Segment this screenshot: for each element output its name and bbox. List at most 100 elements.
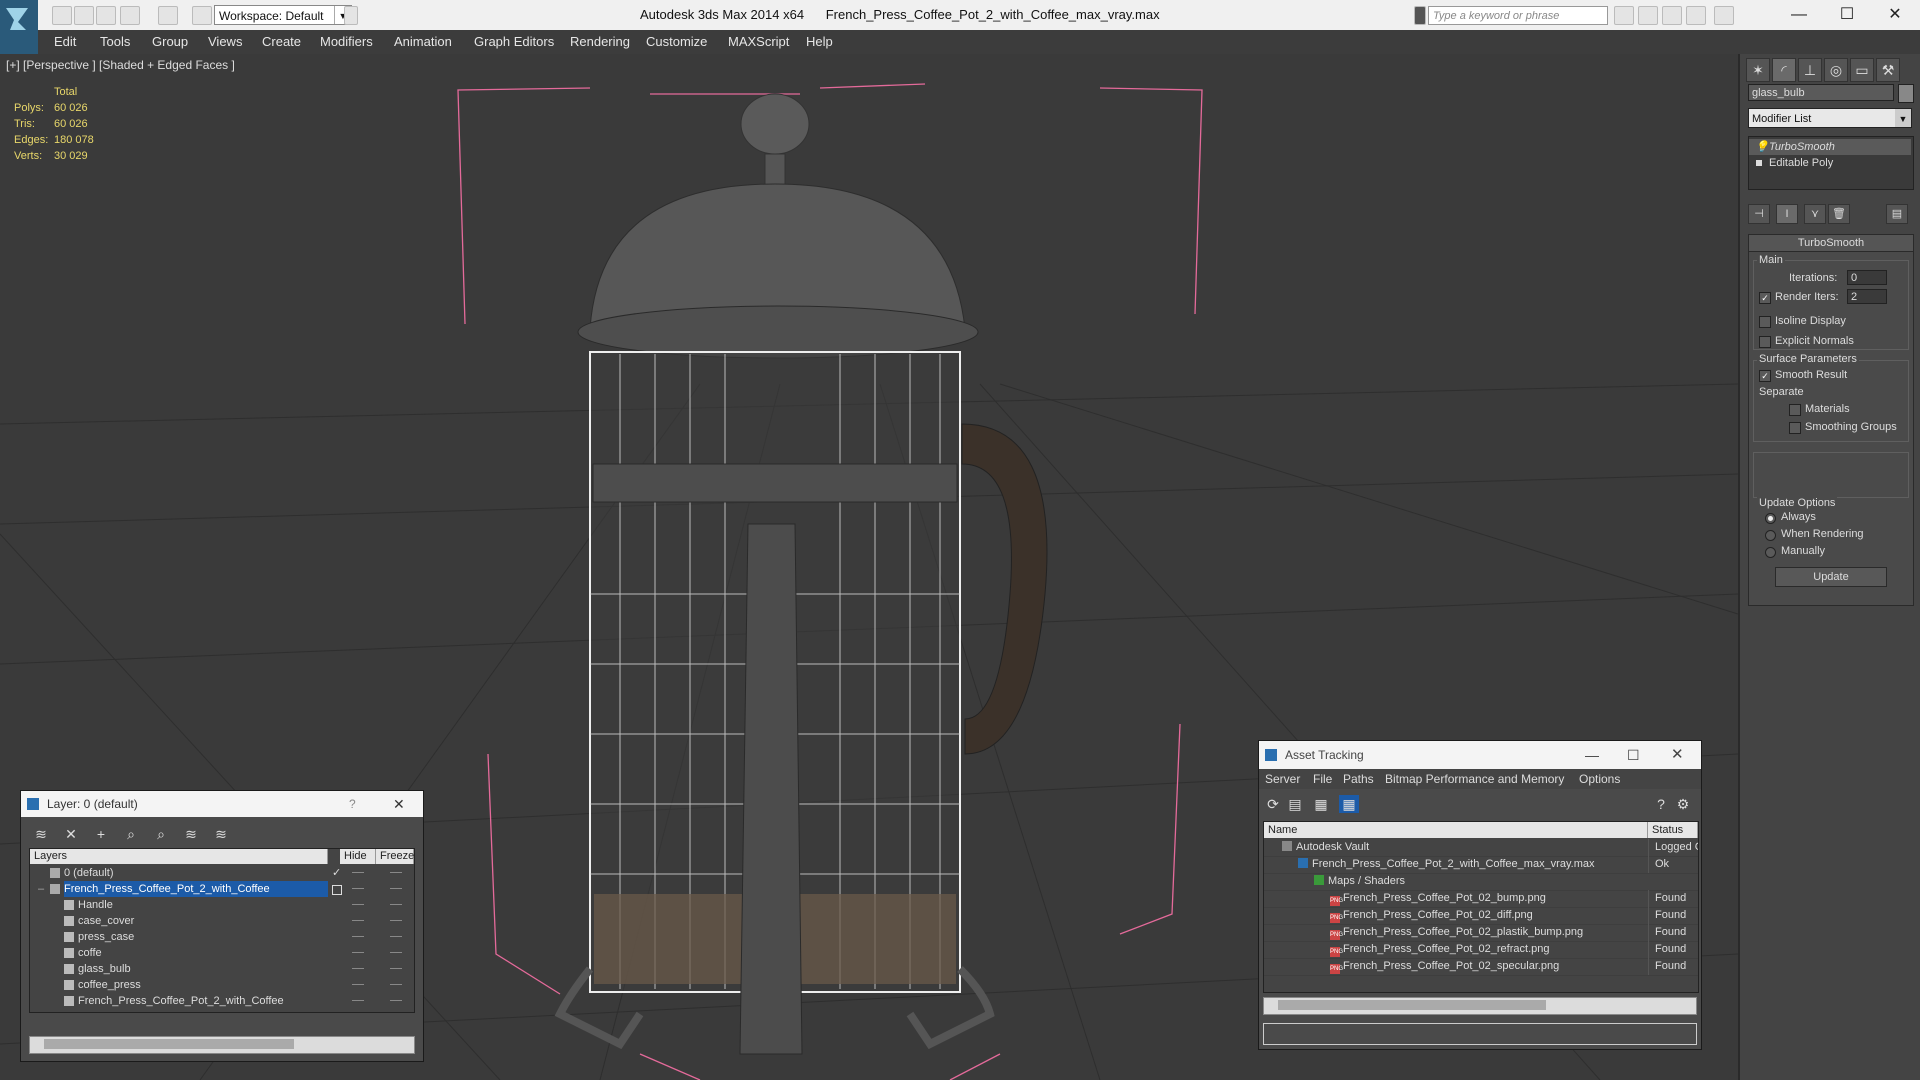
menu-maxscript[interactable]: MAXScript (728, 34, 789, 49)
menu-graph-editors[interactable]: Graph Editors (474, 34, 554, 49)
search-expand-icon[interactable] (1414, 6, 1426, 25)
highlight-selected-icon[interactable]: ⌕ (151, 825, 171, 843)
update-button[interactable]: Update (1775, 567, 1887, 587)
current-layer-icon[interactable] (332, 885, 342, 895)
viewport-label[interactable]: [+] [Perspective ] [Shaded + Edged Faces… (6, 58, 235, 72)
save-file-icon[interactable] (96, 6, 116, 25)
stack-item-turbosmooth[interactable]: 💡 TurboSmooth (1749, 139, 1911, 155)
minimize-icon[interactable]: — (1784, 4, 1814, 26)
menu-rendering[interactable]: Rendering (570, 34, 630, 49)
layer-dialog-titlebar[interactable]: Layer: 0 (default) ? ✕ (21, 791, 423, 817)
column-status[interactable]: Status (1648, 822, 1698, 838)
asset-horizontal-scrollbar[interactable] (1263, 997, 1697, 1015)
layer-row[interactable]: press_case (30, 929, 414, 945)
menu-animation[interactable]: Animation (394, 34, 452, 49)
vault-settings-icon[interactable]: ⚙ (1673, 795, 1693, 813)
asset-row[interactable]: PNGFrench_Press_Coffee_Pot_02_refract.pn… (1264, 941, 1698, 959)
utilities-tab-icon[interactable]: ⚒ (1876, 58, 1900, 82)
redo-icon[interactable] (158, 6, 178, 25)
lightbulb-icon[interactable]: 💡 (1755, 139, 1769, 155)
add-to-layer-icon[interactable]: + (91, 825, 111, 843)
app-logo[interactable] (0, 0, 38, 54)
object-name-field[interactable]: glass_bulb (1748, 84, 1894, 101)
maximize-icon[interactable]: ☐ (1832, 4, 1862, 26)
column-hide[interactable]: Hide (340, 849, 376, 864)
select-in-layer-icon[interactable]: ⌕ (121, 825, 141, 843)
scrollbar-thumb[interactable] (1278, 1000, 1546, 1010)
new-file-icon[interactable] (52, 6, 72, 25)
menu-create[interactable]: Create (262, 34, 301, 49)
close-icon[interactable]: ✕ (1880, 4, 1910, 26)
modifier-list-dropdown[interactable]: Modifier List ▼ (1748, 108, 1912, 128)
minimize-icon[interactable]: — (1585, 741, 1599, 769)
layer-row[interactable]: coffe (30, 945, 414, 961)
key-icon[interactable] (1638, 6, 1658, 25)
show-end-result-icon[interactable]: I (1776, 204, 1798, 224)
display-tab-icon[interactable]: ▭ (1850, 58, 1874, 82)
layer-row[interactable]: 0 (default) ✓ (30, 865, 414, 881)
asset-row[interactable]: Autodesk Vault Logged C (1264, 839, 1698, 857)
menu-edit[interactable]: Edit (54, 34, 76, 49)
modify-tab-icon[interactable]: ◜ (1772, 58, 1796, 82)
always-radio[interactable] (1765, 513, 1776, 524)
asset-menu-bitmap-performance[interactable]: Bitmap Performance and Memory (1385, 772, 1564, 786)
layer-row[interactable]: Handle (30, 897, 414, 913)
thumbnail-view-icon[interactable]: ▦ (1311, 795, 1331, 813)
refresh-icon[interactable]: ⟳ (1263, 795, 1283, 813)
close-icon[interactable]: ✕ (393, 791, 405, 817)
asset-menu-file[interactable]: File (1313, 772, 1332, 786)
hierarchy-tab-icon[interactable]: ⊥ (1798, 58, 1822, 82)
maximize-icon[interactable]: ☐ (1627, 741, 1640, 769)
smooth-result-checkbox[interactable]: ✓ (1759, 370, 1771, 382)
help-icon[interactable]: ? (349, 791, 356, 817)
asset-row[interactable]: PNGFrench_Press_Coffee_Pot_02_specular.p… (1264, 958, 1698, 976)
asset-row[interactable]: PNGFrench_Press_Coffee_Pot_02_bump.png Fo… (1264, 890, 1698, 908)
asset-path-field[interactable] (1263, 1023, 1697, 1045)
smoothing-groups-checkbox[interactable] (1789, 422, 1801, 434)
menu-views[interactable]: Views (208, 34, 242, 49)
asset-row[interactable]: PNGFrench_Press_Coffee_Pot_02_diff.png Fo… (1264, 907, 1698, 925)
remove-modifier-icon[interactable]: 🗑 (1828, 204, 1850, 224)
star-icon[interactable] (1686, 6, 1706, 25)
collapse-icon[interactable]: – (38, 881, 44, 897)
layer-row[interactable]: case_cover (30, 913, 414, 929)
pin-stack-icon[interactable]: ⊣ (1748, 204, 1770, 224)
freeze-all-layers-icon[interactable]: ≋ (211, 825, 231, 843)
column-layers[interactable]: Layers (30, 849, 328, 864)
layer-row[interactable]: glass_bulb (30, 961, 414, 977)
asset-row[interactable]: PNGFrench_Press_Coffee_Pot_02_plastik_bu… (1264, 924, 1698, 942)
menu-group[interactable]: Group (152, 34, 188, 49)
layer-horizontal-scrollbar[interactable] (29, 1036, 415, 1054)
asset-row[interactable]: French_Press_Coffee_Pot_2_with_Coffee_ma… (1264, 856, 1698, 874)
asset-menu-options[interactable]: Options (1579, 772, 1620, 786)
workspace-expand-icon[interactable] (344, 6, 358, 25)
vault-help-icon[interactable]: ? (1651, 795, 1671, 813)
menu-help[interactable]: Help (806, 34, 833, 49)
exchange-icon[interactable] (1662, 6, 1682, 25)
configure-modifier-sets-icon[interactable]: ▤ (1886, 204, 1908, 224)
when-rendering-radio[interactable] (1765, 530, 1776, 541)
motion-tab-icon[interactable]: ◎ (1824, 58, 1848, 82)
layer-row[interactable]: – French_Press_Coffee_Pot_2_with_Coffee (30, 881, 414, 897)
search-input[interactable]: Type a keyword or phrase (1428, 6, 1608, 25)
layer-row[interactable]: coffee_press (30, 977, 414, 993)
create-tab-icon[interactable]: ✶ (1746, 58, 1770, 82)
iterations-spinner[interactable]: 0 (1847, 270, 1887, 285)
table-view-icon[interactable]: ▦ (1339, 795, 1359, 813)
asset-dialog-titlebar[interactable]: Asset Tracking — ☐ ✕ (1259, 741, 1701, 769)
scrollbar-thumb[interactable] (44, 1039, 294, 1049)
render-iters-spinner[interactable]: 2 (1847, 289, 1887, 304)
hide-all-layers-icon[interactable]: ≋ (181, 825, 201, 843)
asset-menu-server[interactable]: Server (1265, 772, 1300, 786)
object-color-swatch[interactable] (1898, 84, 1914, 103)
stack-item-editable-poly[interactable]: Editable Poly (1749, 155, 1911, 171)
column-freeze[interactable]: Freeze (376, 849, 414, 864)
menu-modifiers[interactable]: Modifiers (320, 34, 373, 49)
isoline-display-checkbox[interactable] (1759, 316, 1771, 328)
help-icon[interactable] (1714, 6, 1734, 25)
column-name[interactable]: Name (1264, 822, 1648, 838)
undo-icon[interactable] (120, 6, 140, 25)
asset-menu-paths[interactable]: Paths (1343, 772, 1374, 786)
list-view-icon[interactable]: ▤ (1285, 795, 1305, 813)
binoculars-icon[interactable] (1614, 6, 1634, 25)
